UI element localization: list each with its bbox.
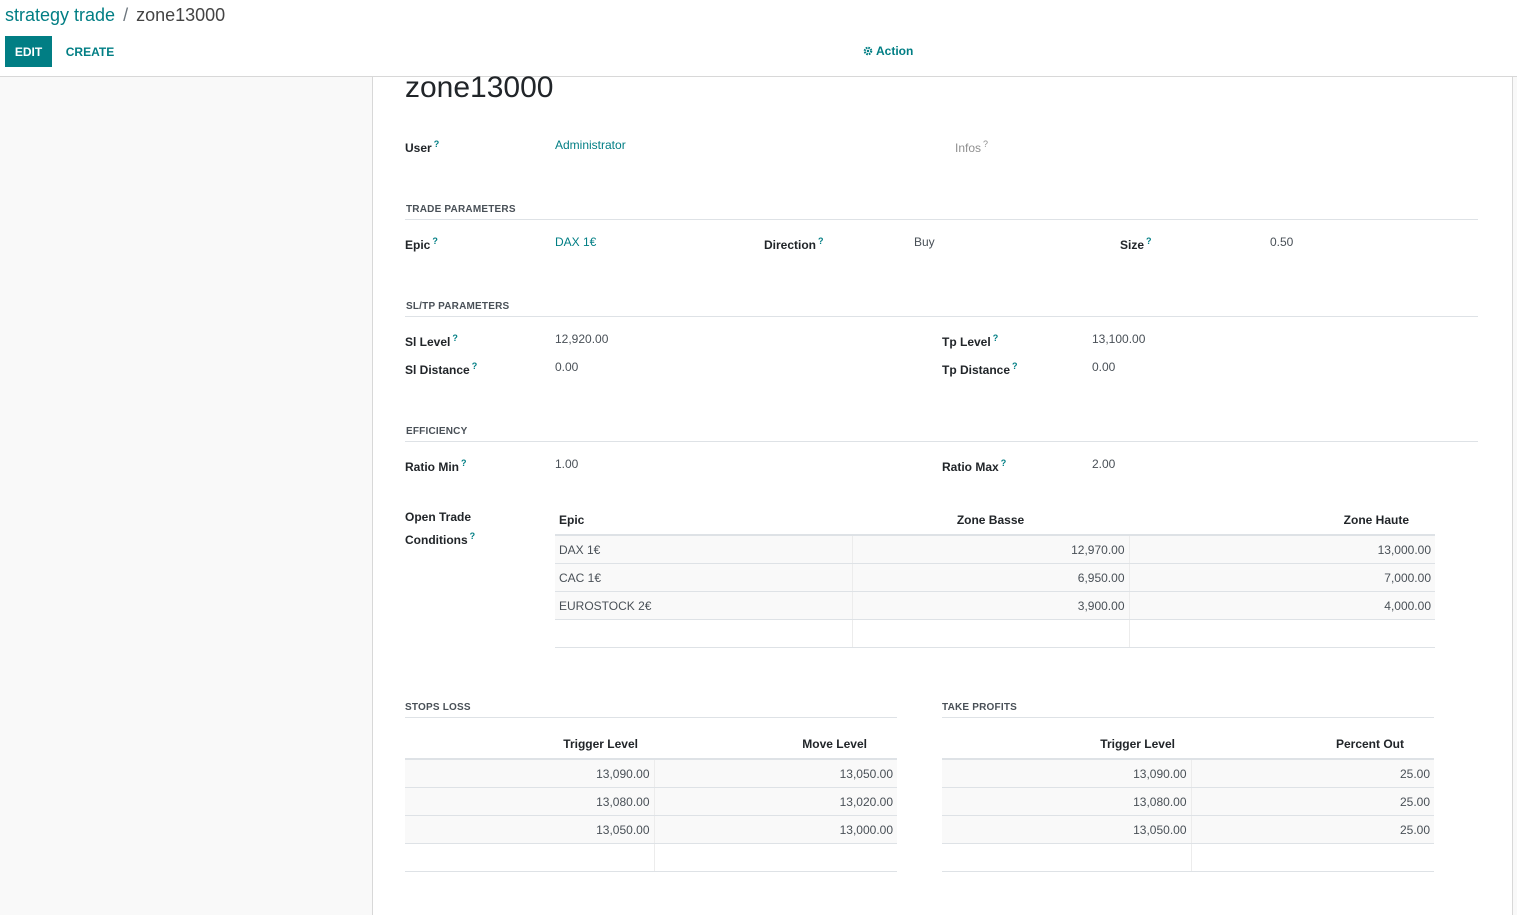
tp-distance-field-label: Tp Distance?: [942, 361, 1018, 377]
section-divider: [405, 219, 1478, 220]
stops-loss-table: Trigger Level Move Level 13,090.00 13,05…: [405, 729, 897, 872]
stops-loss-section-title: STOPS LOSS: [405, 702, 471, 713]
table-cell: 13,050.00: [405, 815, 654, 844]
section-divider: [942, 717, 1434, 718]
table-cell: 13,050.00: [942, 815, 1191, 844]
sl-level-field-label: Sl Level?: [405, 333, 458, 349]
size-field-label: Size?: [1120, 236, 1152, 252]
sl-distance-field-value: 0.00: [555, 360, 579, 374]
breadcrumb-current: zone13000: [136, 5, 226, 25]
take-profits-section-title: TAKE PROFITS: [942, 702, 1017, 713]
column-header-epic[interactable]: Epic: [555, 505, 852, 536]
control-panel: strategy trade / zone13000 EDIT CREATE Act…: [0, 0, 1517, 77]
record-title: zone13000: [405, 71, 554, 104]
epic-field-label: Epic?: [405, 236, 438, 252]
ratio-min-field-label: Ratio Min?: [405, 458, 467, 474]
table-footer: [555, 619, 1435, 648]
direction-field-label: Direction?: [764, 236, 824, 252]
user-field-label: User?: [405, 139, 440, 155]
edit-button[interactable]: EDIT: [5, 36, 52, 67]
table-cell: 13,080.00: [405, 787, 654, 816]
help-tooltip-icon[interactable]: ?: [470, 531, 476, 541]
action-label: Action: [876, 44, 914, 58]
help-tooltip-icon[interactable]: ?: [1012, 361, 1018, 371]
table-cell: 25.00: [1190, 815, 1434, 844]
help-tooltip-icon[interactable]: ?: [1001, 458, 1007, 468]
tp-level-field-label: Tp Level?: [942, 333, 999, 349]
size-field-value: 0.50: [1270, 235, 1294, 249]
table-cell: 12,970.00: [851, 535, 1129, 564]
ratio-min-field-value: 1.00: [555, 457, 579, 471]
sl-level-field-value: 12,920.00: [555, 332, 609, 346]
action-menu-button[interactable]: Action: [863, 44, 913, 58]
column-header-trigger-level[interactable]: Trigger Level: [942, 729, 1191, 760]
section-divider: [405, 441, 1478, 442]
take-profits-table: Trigger Level Percent Out 13,090.00 25.0…: [942, 729, 1434, 872]
form-sheet: zone13000 User? Administrator Infos? TRA…: [372, 71, 1513, 915]
section-divider: [405, 717, 897, 718]
table-cell: 6,950.00: [851, 563, 1129, 592]
tp-level-field-value: 13,100.00: [1092, 332, 1146, 346]
table-cell: DAX 1€: [555, 535, 852, 564]
ratio-max-field-label: Ratio Max?: [942, 458, 1007, 474]
help-tooltip-icon[interactable]: ?: [983, 139, 988, 149]
table-row[interactable]: DAX 1€ 12,970.00 13,000.00: [555, 535, 1435, 564]
help-tooltip-icon[interactable]: ?: [434, 139, 440, 149]
table-row[interactable]: 13,090.00 13,050.00: [405, 759, 897, 788]
breadcrumb: strategy trade / zone13000: [5, 4, 225, 26]
help-tooltip-icon[interactable]: ?: [818, 236, 824, 246]
column-header-trigger-level[interactable]: Trigger Level: [405, 729, 654, 760]
table-row[interactable]: 13,080.00 25.00: [942, 787, 1434, 816]
table-footer: [942, 843, 1434, 872]
help-tooltip-icon[interactable]: ?: [461, 458, 467, 468]
user-field-value[interactable]: Administrator: [555, 138, 626, 152]
infos-field-label: Infos?: [955, 139, 989, 155]
epic-field-value[interactable]: DAX 1€: [555, 235, 596, 249]
tp-distance-field-value: 0.00: [1092, 360, 1116, 374]
sltp-parameters-section-title: SL/TP PARAMETERS: [406, 301, 510, 312]
table-row[interactable]: 13,050.00 25.00: [942, 815, 1434, 844]
table-row[interactable]: 13,050.00 13,000.00: [405, 815, 897, 844]
table-footer: [405, 843, 897, 872]
table-cell: 3,900.00: [851, 591, 1129, 620]
table-cell: 13,090.00: [942, 759, 1191, 788]
table-row[interactable]: 13,080.00 13,020.00: [405, 787, 897, 816]
create-button[interactable]: CREATE: [58, 36, 122, 67]
open-trade-conditions-table: Epic Zone Basse Zone Haute DAX 1€ 12,970…: [555, 505, 1435, 648]
table-cell: 25.00: [1190, 787, 1434, 816]
gear-icon: [863, 46, 873, 56]
breadcrumb-parent-link[interactable]: strategy trade: [5, 5, 115, 25]
help-tooltip-icon[interactable]: ?: [1146, 236, 1152, 246]
table-cell: 13,080.00: [942, 787, 1191, 816]
help-tooltip-icon[interactable]: ?: [993, 333, 999, 343]
table-cell: 7,000.00: [1128, 563, 1435, 592]
table-row[interactable]: CAC 1€ 6,950.00 7,000.00: [555, 563, 1435, 592]
table-cell: CAC 1€: [555, 563, 852, 592]
table-cell: EUROSTOCK 2€: [555, 591, 852, 620]
table-cell: 13,020.00: [653, 787, 897, 816]
table-row[interactable]: 13,090.00 25.00: [942, 759, 1434, 788]
table-cell: 13,050.00: [653, 759, 897, 788]
section-divider: [405, 316, 1478, 317]
table-row[interactable]: EUROSTOCK 2€ 3,900.00 4,000.00: [555, 591, 1435, 620]
efficiency-section-title: EFFICIENCY: [406, 426, 468, 437]
table-cell: 13,000.00: [653, 815, 897, 844]
sl-distance-field-label: Sl Distance?: [405, 361, 478, 377]
ratio-max-field-value: 2.00: [1092, 457, 1116, 471]
column-header-zone-basse[interactable]: Zone Basse: [852, 505, 1129, 536]
direction-field-value: Buy: [914, 235, 935, 249]
breadcrumb-separator: /: [123, 5, 129, 25]
help-tooltip-icon[interactable]: ?: [452, 333, 458, 343]
help-tooltip-icon[interactable]: ?: [472, 361, 478, 371]
table-cell: 13,090.00: [405, 759, 654, 788]
table-cell: 25.00: [1190, 759, 1434, 788]
help-tooltip-icon[interactable]: ?: [432, 236, 438, 246]
table-cell: 4,000.00: [1128, 591, 1435, 620]
column-header-zone-haute[interactable]: Zone Haute: [1129, 505, 1435, 536]
column-header-move-level[interactable]: Move Level: [654, 729, 897, 760]
table-cell: 13,000.00: [1128, 535, 1435, 564]
open-trade-conditions-label: Open Trade Conditions?: [405, 510, 476, 547]
column-header-percent-out[interactable]: Percent Out: [1191, 729, 1434, 760]
trade-parameters-section-title: TRADE PARAMETERS: [406, 204, 516, 215]
